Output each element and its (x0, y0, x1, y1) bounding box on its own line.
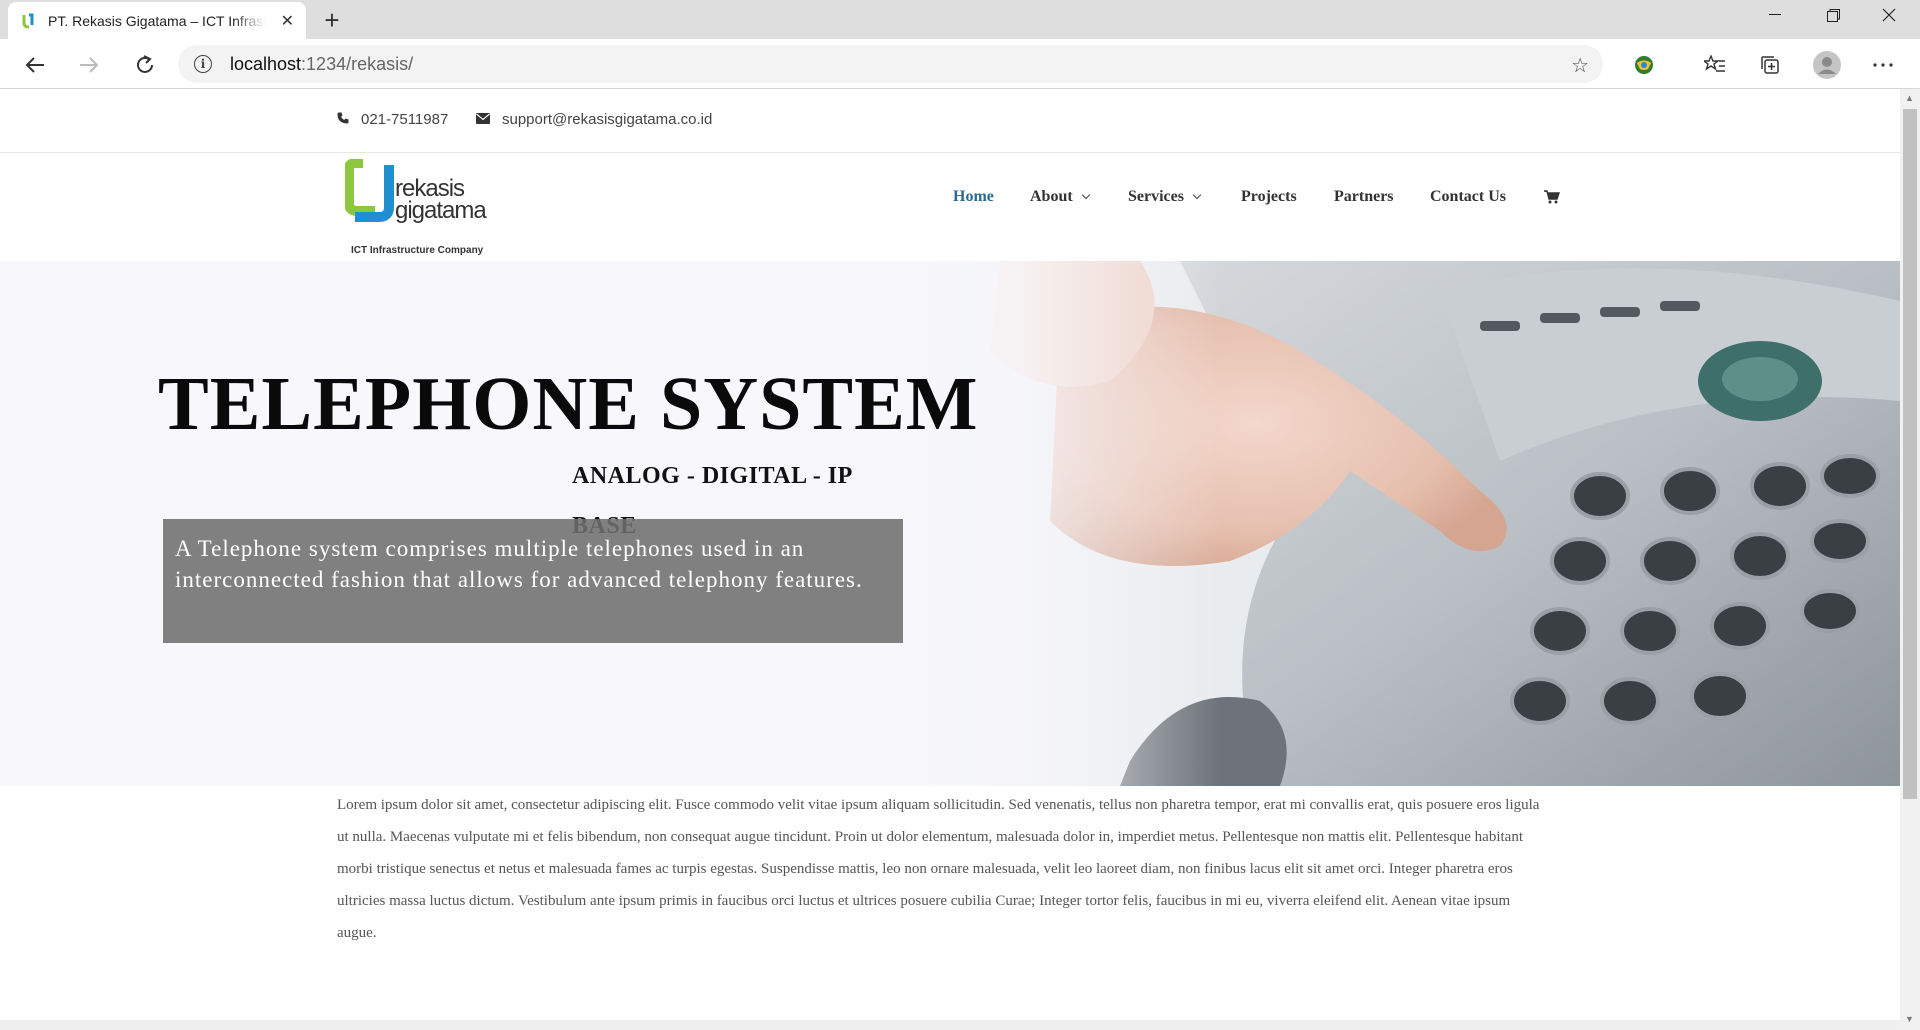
info-icon[interactable]: i (194, 55, 212, 73)
address-url[interactable]: localhost:1234/rekasis/ (230, 54, 413, 75)
restore-icon[interactable] (1806, 0, 1860, 30)
nav-contact-us[interactable]: Contact Us (1430, 188, 1506, 206)
topbar-email[interactable]: support@rekasisgigatama.co.id (476, 111, 712, 128)
nav-home[interactable]: Home (953, 188, 994, 206)
tab-strip: PT. Rekasis Gigatama – ICT Infrastructur… (0, 0, 1920, 39)
star-icon[interactable]: ☆ (1571, 53, 1589, 78)
scrollbar-thumb[interactable] (1903, 109, 1917, 799)
hero-fade-overlay (880, 261, 1220, 786)
envelope-icon (476, 112, 490, 127)
scroll-up-icon[interactable]: ▲ (1905, 93, 1914, 103)
more-icon[interactable] (1866, 48, 1900, 82)
email-address: support@rekasisgigatama.co.id (502, 111, 713, 128)
minimize-icon[interactable] (1748, 0, 1802, 30)
new-tab-button[interactable]: + (316, 4, 348, 36)
hero-description-box: A Telephone system comprises multiple te… (163, 519, 903, 643)
profile-icon[interactable] (1810, 48, 1844, 82)
refresh-icon[interactable] (128, 48, 162, 82)
intro-paragraph: Lorem ipsum dolor sit amet, consectetur … (337, 797, 1540, 941)
hero-title: TELEPHONE SYSTEM (158, 362, 979, 446)
extension-icon[interactable] (1627, 48, 1661, 82)
back-icon[interactable] (18, 48, 52, 82)
site-header: rekasis gigatama ICT Infrastructure Comp… (0, 153, 1900, 261)
close-window-icon[interactable] (1862, 0, 1916, 30)
hero-slider: TELEPHONE SYSTEM ANALOG - DIGITAL - IP B… (0, 261, 1900, 786)
logo-tagline: ICT Infrastructure Company (351, 245, 484, 256)
site-favicon-icon (20, 13, 36, 29)
nav-projects[interactable]: Projects (1241, 188, 1297, 206)
nav-about-label: About (1030, 188, 1073, 205)
contact-topbar: 021-7511987 support@rekasisgigatama.co.i… (0, 89, 1900, 153)
topbar-phone[interactable]: 021-7511987 (337, 111, 448, 128)
nav-services-label: Services (1128, 188, 1184, 205)
site-logo[interactable]: rekasis gigatama ICT Infrastructure Comp… (345, 159, 495, 259)
browser-toolbar: i localhost:1234/rekasis/ ☆ (0, 39, 1920, 89)
favorites-icon[interactable] (1698, 48, 1732, 82)
browser-tab[interactable]: PT. Rekasis Gigatama – ICT Infrastructur… (8, 2, 306, 39)
close-tab-icon[interactable]: ✕ (281, 11, 294, 31)
phone-number: 021-7511987 (361, 111, 449, 128)
page-footer-edge (0, 1020, 1900, 1030)
nav-about[interactable]: About (1030, 188, 1090, 206)
address-bar[interactable]: i localhost:1234/rekasis/ ☆ (178, 45, 1603, 83)
scroll-down-icon[interactable]: ▼ (1905, 1014, 1914, 1024)
web-page: 021-7511987 support@rekasisgigatama.co.i… (0, 89, 1900, 1030)
nav-partners[interactable]: Partners (1334, 188, 1394, 206)
chevron-down-icon (1081, 190, 1090, 200)
logo-word-gigatama: gigatama (395, 197, 487, 224)
chevron-down-icon (1192, 190, 1202, 200)
nav-services[interactable]: Services (1128, 188, 1202, 206)
phone-icon (337, 112, 349, 127)
collections-icon[interactable] (1753, 48, 1787, 82)
shopping-cart-icon[interactable] (1544, 190, 1560, 204)
tab-title: PT. Rekasis Gigatama – ICT Infrastructur… (48, 12, 266, 29)
forward-icon[interactable] (72, 48, 106, 82)
page-scrollbar[interactable]: ▲ ▼ (1900, 89, 1920, 1030)
